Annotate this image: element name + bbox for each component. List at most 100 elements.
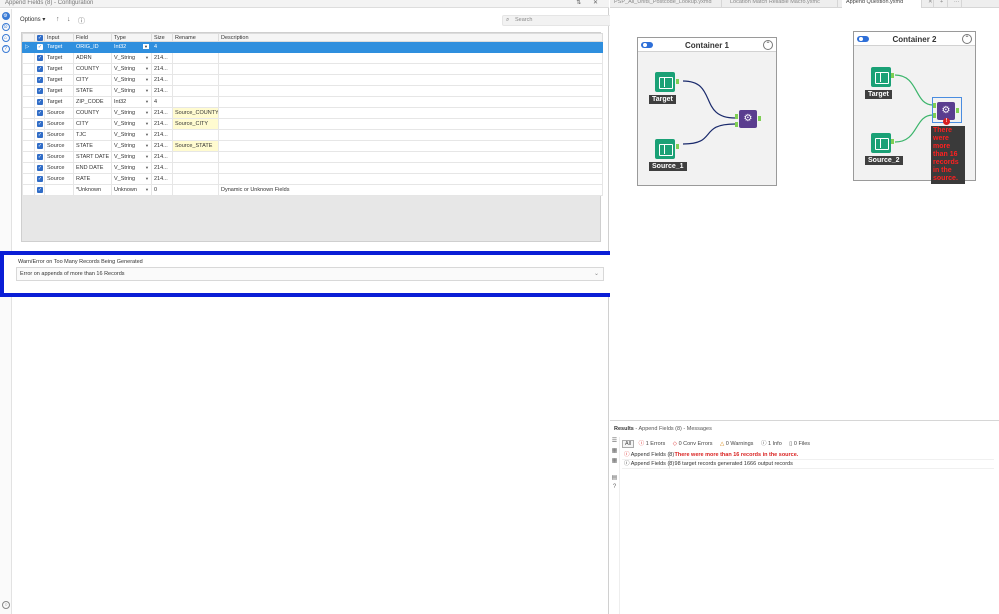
row-checkbox[interactable]: ✓ [37,132,43,138]
move-up-icon[interactable]: ↑ [56,16,60,23]
row-checkbox-cell[interactable]: ✓ [34,118,45,130]
table-row[interactable]: ✓ Target COUNTY V_String ▼ 214... [22,63,603,75]
cell-description[interactable] [218,118,603,130]
cell-type[interactable]: V_String ▼ [111,107,152,119]
table-row[interactable]: ✓ Source END DATE V_String ▼ 214... [22,162,603,174]
cell-type[interactable]: V_String ▼ [111,85,152,97]
row-checkbox[interactable]: ✓ [37,88,43,94]
connection-icon[interactable]: ⊙ [1,23,10,31]
row-checkbox-cell[interactable]: ✓ [34,140,45,152]
target-input-tool[interactable] [655,72,675,92]
table-row[interactable]: ✓ Source STATE V_String ▼ 214... Source_STATE [22,140,603,152]
row-checkbox[interactable]: ✓ [37,154,43,160]
output-anchor[interactable] [956,108,959,113]
tab-location-match[interactable]: Location Match Reliable Macro.yxmc [726,0,838,8]
container-2[interactable]: Container 2 ⌃ Target Source_2 ⚙ ! There … [853,31,976,184]
cell-description[interactable] [218,96,603,108]
row-checkbox-cell[interactable]: ✓ [34,96,45,108]
cell-type[interactable]: V_String ▼ [111,118,152,130]
cell-rename[interactable]: Source_STATE [172,140,219,152]
cell-rename[interactable] [172,52,219,64]
filter-info[interactable]: ⓘ 1 Info [761,441,782,447]
cell-type[interactable]: V_String ▼ [111,140,152,152]
warn-error-dropdown[interactable]: Error on appends of more than 16 Records… [16,267,604,281]
cell-rename[interactable] [172,41,219,53]
row-checkbox-cell[interactable]: ✓ [34,63,45,75]
move-down-icon[interactable]: ↓ [67,16,71,23]
close-tab-icon[interactable]: ✕ [924,0,934,8]
col-header-select-all[interactable]: ✓ [34,33,45,42]
note-icon[interactable]: ▤ [610,474,619,481]
output-anchor[interactable] [676,79,679,84]
cell-description[interactable] [218,151,603,163]
table-row[interactable]: ✓ *Unknown Unknown ▼ 0 Dynamic or Unknown Fie… [22,184,603,196]
row-checkbox[interactable]: ✓ [37,110,43,116]
source-input-tool[interactable] [871,133,891,153]
select-all-checkbox[interactable]: ✓ [37,34,43,41]
cell-rename[interactable] [172,85,219,97]
tab-psp-lookup[interactable]: PSP_All_Units_Postcode_Lookup.yxmd [610,0,722,8]
tag-icon[interactable]: ⌂ [1,34,10,42]
row-checkbox[interactable]: ✓ [37,99,43,105]
target-input-tool[interactable] [871,67,891,87]
cell-size[interactable]: 214... [151,162,173,174]
col-header-size[interactable]: Size [151,33,173,42]
table-row[interactable]: ✓ Source CITY V_String ▼ 214... Source_CITY [22,118,603,130]
options-button[interactable]: Options ▾ [20,16,45,23]
filter-all-button[interactable]: All [622,440,635,448]
cell-description[interactable] [218,107,603,119]
add-tab-icon[interactable]: + [936,0,948,8]
cell-size[interactable]: 214... [151,63,173,75]
cell-description[interactable] [218,52,603,64]
table-row[interactable]: ✓ Source TJC V_String ▼ 214... [22,129,603,141]
row-checkbox-cell[interactable]: ✓ [34,184,45,196]
cell-rename[interactable] [172,173,219,185]
row-checkbox[interactable]: ✓ [37,121,43,127]
col-header-rename[interactable]: Rename [172,33,219,42]
cell-description[interactable]: Dynamic or Unknown Fields [218,184,603,196]
cell-type[interactable]: Int32 ▼ [111,96,152,108]
output-anchor[interactable] [891,139,894,144]
input-anchor-source[interactable] [933,113,936,118]
cell-description[interactable] [218,173,603,185]
input-anchor-target[interactable] [933,103,936,108]
cell-rename[interactable]: Source_COUNTY [172,107,219,119]
row-checkbox[interactable]: ✓ [37,143,43,149]
cell-rename[interactable]: Source_CITY [172,118,219,130]
table-row[interactable]: ✓ Target CITY V_String ▼ 214... [22,74,603,86]
row-checkbox-cell[interactable]: ✓ [34,162,45,174]
cell-description[interactable] [218,85,603,97]
cell-size[interactable]: 0 [151,184,173,196]
table-row[interactable]: ✓ Source RATE V_String ▼ 214... [22,173,603,185]
cell-size[interactable]: 4 [151,96,173,108]
row-checkbox-cell[interactable]: ✓ [34,129,45,141]
cell-size[interactable]: 214... [151,151,173,163]
cell-rename[interactable] [172,184,219,196]
cell-type[interactable]: V_String ▼ [111,162,152,174]
table-row[interactable]: ✓ Source COUNTY V_String ▼ 214... Source_COUNT… [22,107,603,119]
result-row-info[interactable]: ⓘ Append Fields (8) 98 target records ge… [622,460,994,469]
container-1[interactable]: Container 1 ⌃ Target Source_1 ⚙ [637,37,777,186]
row-checkbox-cell[interactable]: ✓ [34,74,45,86]
row-checkbox[interactable]: ✓ [37,165,43,171]
row-checkbox[interactable]: ✓ [37,176,43,182]
list-view-icon[interactable]: ☰ [610,437,619,444]
row-checkbox-cell[interactable]: ✓ [34,85,45,97]
row-checkbox[interactable]: ✓ [37,66,43,72]
row-checkbox[interactable]: ✓ [37,187,43,193]
result-row-error[interactable]: ⓘ Append Fields (8) There were more than… [622,451,994,460]
filter-files[interactable]: ▯ 0 Files [789,441,810,447]
col-header-description[interactable]: Description [218,33,603,42]
cell-description[interactable] [218,74,603,86]
search-input[interactable]: ⌕ Search [502,15,612,26]
col-header-field[interactable]: Field [73,33,112,42]
cell-type[interactable]: V_String ▼ [111,129,152,141]
cell-size[interactable]: 214... [151,173,173,185]
cell-size[interactable]: 4 [151,41,173,53]
table-row[interactable]: ✓ Target STATE V_String ▼ 214... [22,85,603,97]
row-checkbox-cell[interactable]: ✓ [34,151,45,163]
row-checkbox-cell[interactable]: ✓ [34,41,45,53]
row-checkbox[interactable]: ✓ [37,77,43,83]
input-anchor-source[interactable] [735,122,738,127]
cell-type[interactable]: V_String ▼ [111,52,152,64]
